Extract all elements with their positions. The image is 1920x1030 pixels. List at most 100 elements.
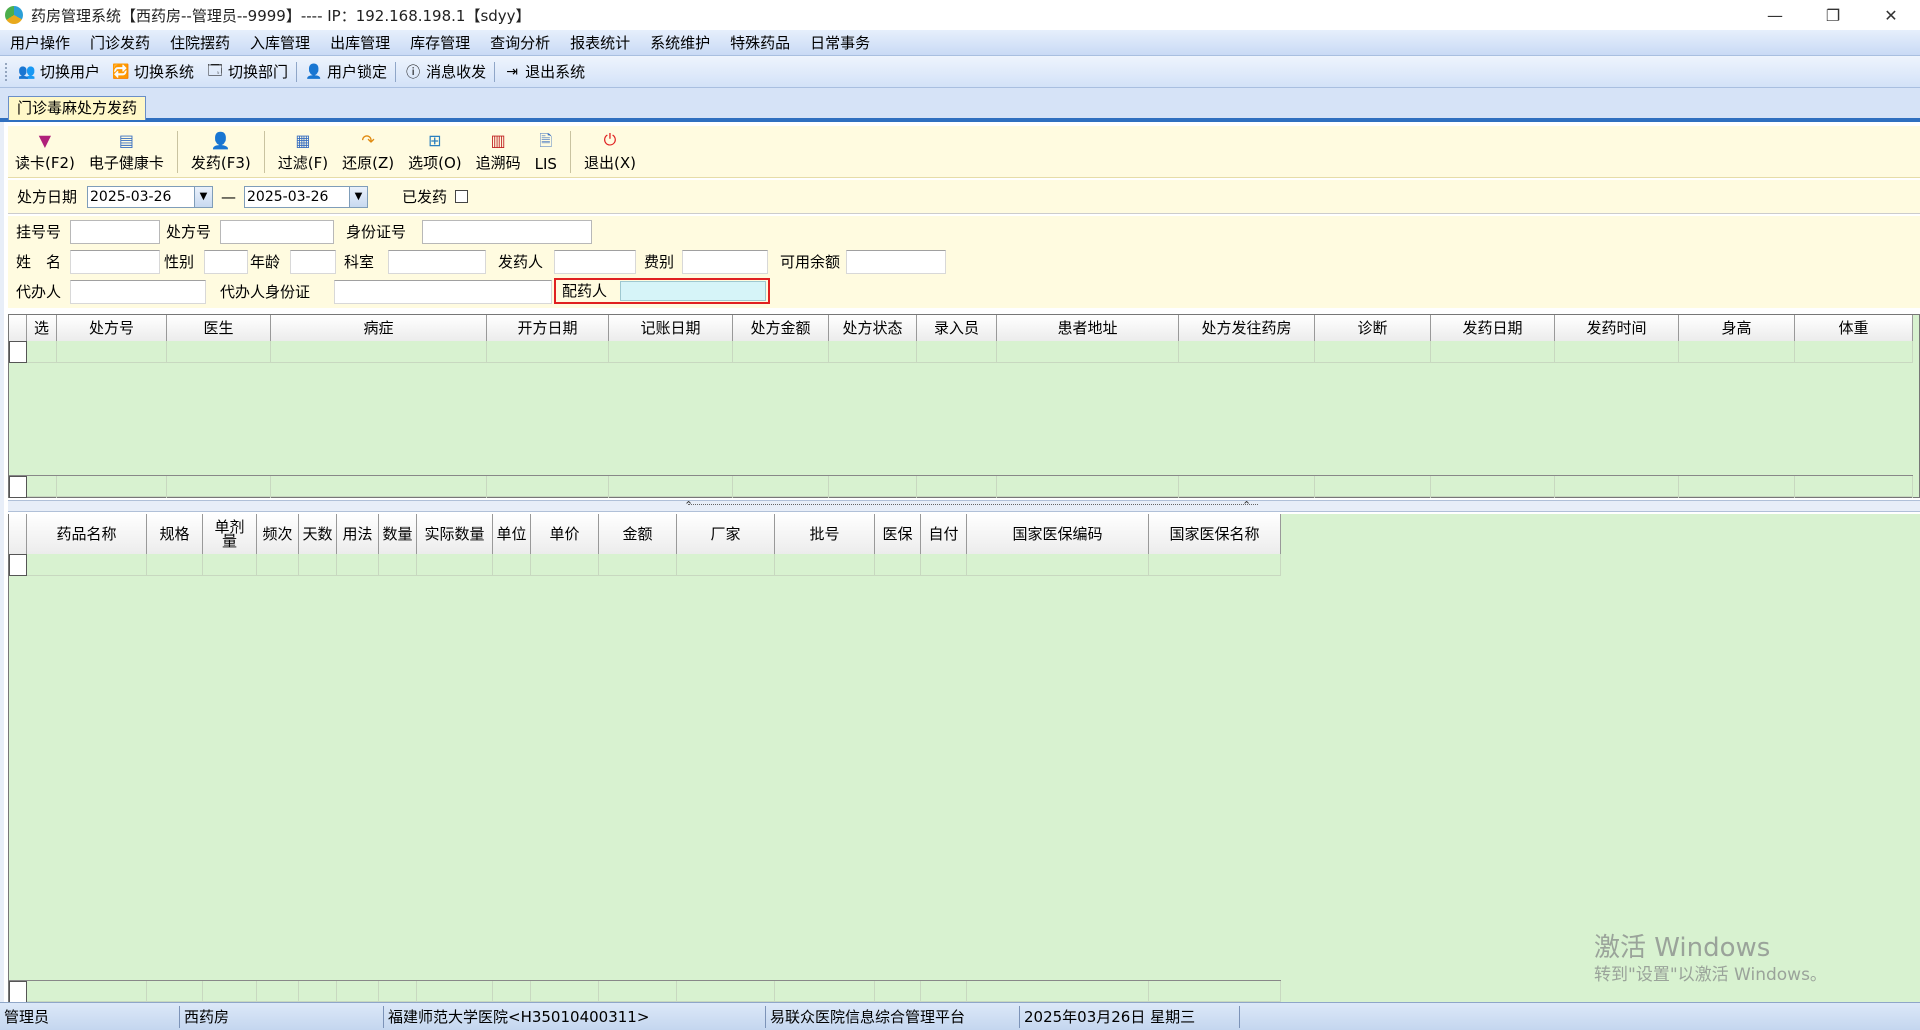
table-cell[interactable] bbox=[1315, 341, 1431, 363]
grid1-col-header[interactable]: 患者地址 bbox=[997, 315, 1179, 341]
exit-button[interactable]: ⏻ 退出(X) bbox=[577, 125, 643, 177]
table-cell[interactable] bbox=[531, 554, 599, 576]
grid1-col-header[interactable]: 病症 bbox=[271, 315, 487, 341]
grid2-col-header[interactable]: 金额 bbox=[599, 514, 677, 554]
exit-system-button[interactable]: ⇥ 退出系统 bbox=[497, 59, 591, 85]
menu-query[interactable]: 查询分析 bbox=[480, 32, 560, 53]
menu-maintenance[interactable]: 系统维护 bbox=[640, 32, 720, 53]
grid1-col-header[interactable]: 发药日期 bbox=[1431, 315, 1555, 341]
grid1-col-header[interactable]: 发药时间 bbox=[1555, 315, 1679, 341]
table-cell[interactable] bbox=[203, 554, 257, 576]
table-cell[interactable] bbox=[609, 341, 733, 363]
grid1-col-header[interactable]: 选 bbox=[27, 315, 57, 341]
gender-field[interactable] bbox=[204, 250, 248, 274]
tab-narcotic-dispense[interactable]: 门诊毒麻处方发药 bbox=[8, 96, 147, 120]
table-cell[interactable] bbox=[997, 341, 1179, 363]
menu-reports[interactable]: 报表统计 bbox=[560, 32, 640, 53]
restore-button[interactable]: ↷ 还原(Z) bbox=[335, 125, 401, 177]
grid1-col-header[interactable]: 处方号 bbox=[57, 315, 167, 341]
table-cell[interactable] bbox=[677, 554, 775, 576]
table-cell[interactable] bbox=[27, 341, 57, 363]
minimize-button[interactable]: — bbox=[1746, 0, 1804, 30]
table-cell[interactable] bbox=[1149, 554, 1281, 576]
table-cell[interactable] bbox=[599, 554, 677, 576]
preparer-input[interactable] bbox=[620, 281, 766, 301]
switch-department-button[interactable]: 🗔 切换部门 bbox=[200, 59, 294, 85]
grid2-col-header[interactable]: 规格 bbox=[147, 514, 203, 554]
agent-field[interactable] bbox=[70, 280, 206, 304]
agent-id-field[interactable] bbox=[334, 280, 552, 304]
toolbar-grip[interactable] bbox=[4, 61, 8, 82]
table-cell[interactable] bbox=[733, 341, 829, 363]
grid1-col-header[interactable]: 记账日期 bbox=[609, 315, 733, 341]
table-cell[interactable] bbox=[27, 554, 147, 576]
trace-code-button[interactable]: ▥ 追溯码 bbox=[469, 125, 528, 177]
chevron-down-icon[interactable]: ▼ bbox=[194, 186, 213, 207]
grid1-col-header[interactable]: 身高 bbox=[1679, 315, 1795, 341]
grid2-col-header[interactable]: 单位 bbox=[493, 514, 531, 554]
grid1-col-header[interactable]: 处方发往药房 bbox=[1179, 315, 1315, 341]
grid1-col-header[interactable]: 诊断 bbox=[1315, 315, 1431, 341]
splitter-grip[interactable] bbox=[688, 504, 1258, 508]
close-button[interactable]: ✕ bbox=[1862, 0, 1920, 30]
grid1-col-header[interactable]: 处方金额 bbox=[733, 315, 829, 341]
grid2-col-header[interactable]: 厂家 bbox=[677, 514, 775, 554]
menu-daily[interactable]: 日常事务 bbox=[800, 32, 880, 53]
table-cell[interactable] bbox=[57, 341, 167, 363]
filter-button[interactable]: ▦ 过滤(F) bbox=[271, 125, 335, 177]
row-selector[interactable] bbox=[9, 341, 27, 363]
table-row[interactable] bbox=[9, 554, 1281, 576]
grid1-col-header[interactable]: 体重 bbox=[1795, 315, 1913, 341]
table-cell[interactable] bbox=[775, 554, 875, 576]
grid2-col-header[interactable]: 用法 bbox=[337, 514, 379, 554]
menu-special-drugs[interactable]: 特殊药品 bbox=[720, 32, 800, 53]
switch-user-button[interactable]: 👥 切换用户 bbox=[12, 59, 106, 85]
maximize-button[interactable]: ❐ bbox=[1804, 0, 1862, 30]
grid2-col-header[interactable]: 数量 bbox=[379, 514, 417, 554]
dept-field[interactable] bbox=[388, 250, 486, 274]
id-no-input[interactable] bbox=[422, 220, 592, 244]
grid1-col-header[interactable]: 医生 bbox=[167, 315, 271, 341]
collapse-up-icon[interactable]: ⌃ bbox=[1242, 499, 1251, 512]
grid2-col-header[interactable]: 药品名称 bbox=[27, 514, 147, 554]
fee-type-field[interactable] bbox=[682, 250, 768, 274]
panel-splitter[interactable]: ⌃ ⌃ bbox=[8, 499, 1920, 512]
table-cell[interactable] bbox=[379, 554, 417, 576]
grid2-col-header[interactable]: 频次 bbox=[257, 514, 299, 554]
table-cell[interactable] bbox=[299, 554, 337, 576]
table-cell[interactable] bbox=[147, 554, 203, 576]
user-lock-button[interactable]: 👤 用户锁定 bbox=[299, 59, 393, 85]
table-cell[interactable] bbox=[487, 341, 609, 363]
menu-inventory[interactable]: 库存管理 bbox=[400, 32, 480, 53]
read-card-button[interactable]: ▼ 读卡(F2) bbox=[8, 125, 82, 177]
menu-outpatient[interactable]: 门诊发药 bbox=[80, 32, 160, 53]
table-cell[interactable] bbox=[917, 341, 997, 363]
date-to-picker[interactable]: 2025-03-26 ▼ bbox=[244, 185, 369, 208]
row-selector[interactable] bbox=[9, 554, 27, 576]
table-cell[interactable] bbox=[967, 554, 1149, 576]
grid2-col-header[interactable]: 国家医保编码 bbox=[967, 514, 1149, 554]
table-cell[interactable] bbox=[1431, 341, 1555, 363]
table-cell[interactable] bbox=[257, 554, 299, 576]
grid2-col-header[interactable]: 自付 bbox=[921, 514, 967, 554]
table-cell[interactable] bbox=[875, 554, 921, 576]
balance-field[interactable] bbox=[846, 250, 946, 274]
chevron-down-icon[interactable]: ▼ bbox=[349, 186, 368, 207]
table-row[interactable] bbox=[9, 341, 1913, 363]
menu-user-ops[interactable]: 用户操作 bbox=[0, 32, 80, 53]
rx-no-input[interactable] bbox=[220, 220, 334, 244]
grid2-col-header[interactable]: 实际数量 bbox=[417, 514, 493, 554]
grid2-col-header[interactable]: 单剂 量 bbox=[203, 514, 257, 554]
dispenser-field[interactable] bbox=[554, 250, 636, 274]
grid2-col-header[interactable]: 批号 bbox=[775, 514, 875, 554]
health-card-button[interactable]: ▤ 电子健康卡 bbox=[82, 125, 171, 177]
menu-stock-in[interactable]: 入库管理 bbox=[240, 32, 320, 53]
grid1-col-header[interactable]: 处方状态 bbox=[829, 315, 917, 341]
dispense-button[interactable]: 👤 发药(F3) bbox=[184, 125, 258, 177]
table-cell[interactable] bbox=[271, 341, 487, 363]
reg-no-input[interactable] bbox=[70, 220, 160, 244]
age-field[interactable] bbox=[290, 250, 336, 274]
collapse-up-icon[interactable]: ⌃ bbox=[684, 499, 693, 512]
switch-system-button[interactable]: 🔁 切换系统 bbox=[106, 59, 200, 85]
table-cell[interactable] bbox=[921, 554, 967, 576]
